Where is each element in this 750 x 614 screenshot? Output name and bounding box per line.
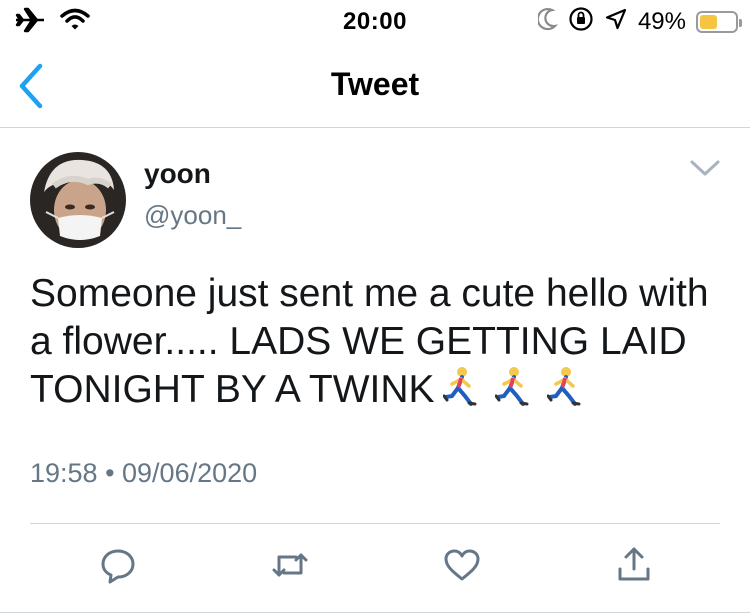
user-handle[interactable]: @yoon_ — [144, 200, 241, 231]
tweet-detail-screen: 20:00 49% Tweet yoon @yoon_ Someone just… — [0, 0, 750, 614]
status-bar: 20:00 49% — [0, 0, 750, 40]
tweet-timestamp: 19:58 • 09/06/2020 — [30, 458, 258, 488]
moon-icon — [536, 7, 559, 36]
location-icon — [604, 7, 628, 36]
retweet-icon — [272, 553, 308, 577]
more-options-button[interactable] — [688, 156, 722, 180]
display-name[interactable]: yoon — [144, 158, 211, 190]
navigation-bar: Tweet — [0, 44, 750, 128]
page-title: Tweet — [330, 66, 420, 102]
reply-icon — [101, 549, 135, 584]
emoji-group — [442, 366, 581, 406]
share-icon — [618, 547, 650, 581]
tweet-text: Someone just sent me a cute hello with a… — [30, 270, 730, 414]
share-button[interactable] — [614, 545, 654, 585]
orientation-lock-icon — [568, 6, 594, 37]
woman-running-emoji — [546, 366, 581, 406]
like-button[interactable] — [442, 545, 482, 585]
divider — [0, 612, 750, 613]
heart-icon — [444, 549, 480, 581]
retweet-button[interactable] — [270, 545, 310, 585]
tweet-body: Someone just sent me a cute hello with a… — [30, 272, 709, 411]
woman-running-emoji — [494, 366, 529, 406]
divider — [30, 523, 720, 524]
battery-level — [700, 14, 717, 29]
woman-running-emoji — [442, 366, 477, 406]
reply-button[interactable] — [98, 545, 138, 585]
avatar[interactable] — [30, 152, 126, 248]
battery-icon — [696, 10, 742, 33]
tweet-action-bar — [0, 545, 750, 591]
chevron-down-icon — [690, 160, 720, 176]
battery-percent: 49% — [637, 7, 686, 35]
